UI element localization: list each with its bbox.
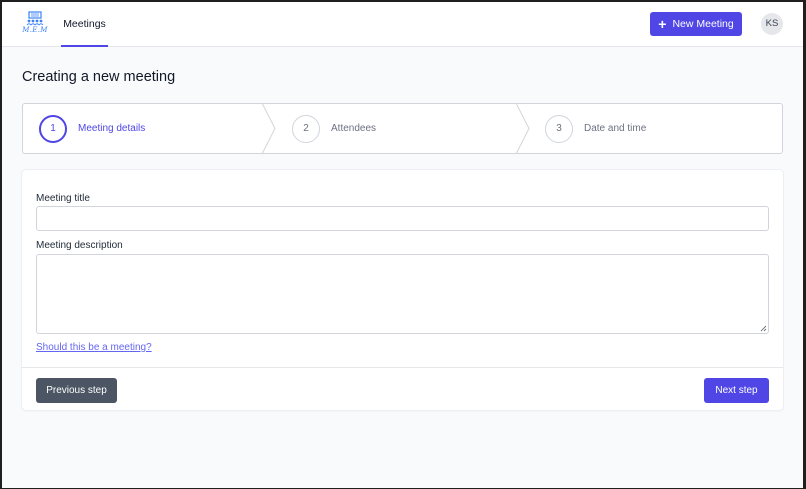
- nav-tab-meetings[interactable]: Meetings: [61, 2, 108, 47]
- step-separator-icon: [515, 104, 530, 153]
- meeting-title-label: Meeting title: [36, 193, 90, 204]
- step-label: Meeting details: [78, 123, 146, 134]
- meeting-form-card: Meeting title Meeting description Should…: [22, 170, 783, 410]
- form-footer: Previous step Next step: [22, 367, 783, 410]
- logo-icon: [26, 11, 44, 26]
- step-date-and-time[interactable]: 3 Date and time: [545, 104, 646, 153]
- page-title: Creating a new meeting: [22, 69, 176, 85]
- step-separator-icon: [261, 104, 276, 153]
- app-logo[interactable]: M.E.M: [22, 11, 48, 37]
- user-avatar[interactable]: KS: [761, 13, 783, 35]
- step-number: 2: [292, 114, 320, 143]
- step-label: Date and time: [584, 123, 647, 134]
- next-step-button[interactable]: Next step: [704, 378, 769, 403]
- should-this-be-a-meeting-link[interactable]: Should this be a meeting?: [36, 342, 152, 353]
- resize-handle-icon[interactable]: [760, 325, 767, 332]
- logo-text: M.E.M: [22, 26, 48, 34]
- meeting-description-label: Meeting description: [36, 240, 123, 251]
- step-number: 3: [545, 114, 573, 143]
- step-number: 1: [39, 114, 67, 143]
- meeting-description-textarea[interactable]: [36, 254, 769, 334]
- progress-stepper: 1 Meeting details 2 Attendees 3 Date and…: [22, 103, 783, 154]
- step-label: Attendees: [331, 123, 377, 134]
- meeting-title-input[interactable]: [36, 206, 769, 231]
- top-navigation-bar: M.E.M Meetings + New Meeting KS: [2, 2, 803, 47]
- step-attendees[interactable]: 2 Attendees: [292, 104, 376, 153]
- plus-icon: +: [658, 15, 667, 32]
- new-meeting-label: New Meeting: [672, 18, 734, 30]
- previous-step-button[interactable]: Previous step: [36, 378, 117, 403]
- app-window: M.E.M Meetings + New Meeting KS Creating…: [2, 2, 803, 488]
- new-meeting-button[interactable]: + New Meeting: [650, 12, 742, 36]
- step-meeting-details[interactable]: 1 Meeting details: [39, 104, 145, 153]
